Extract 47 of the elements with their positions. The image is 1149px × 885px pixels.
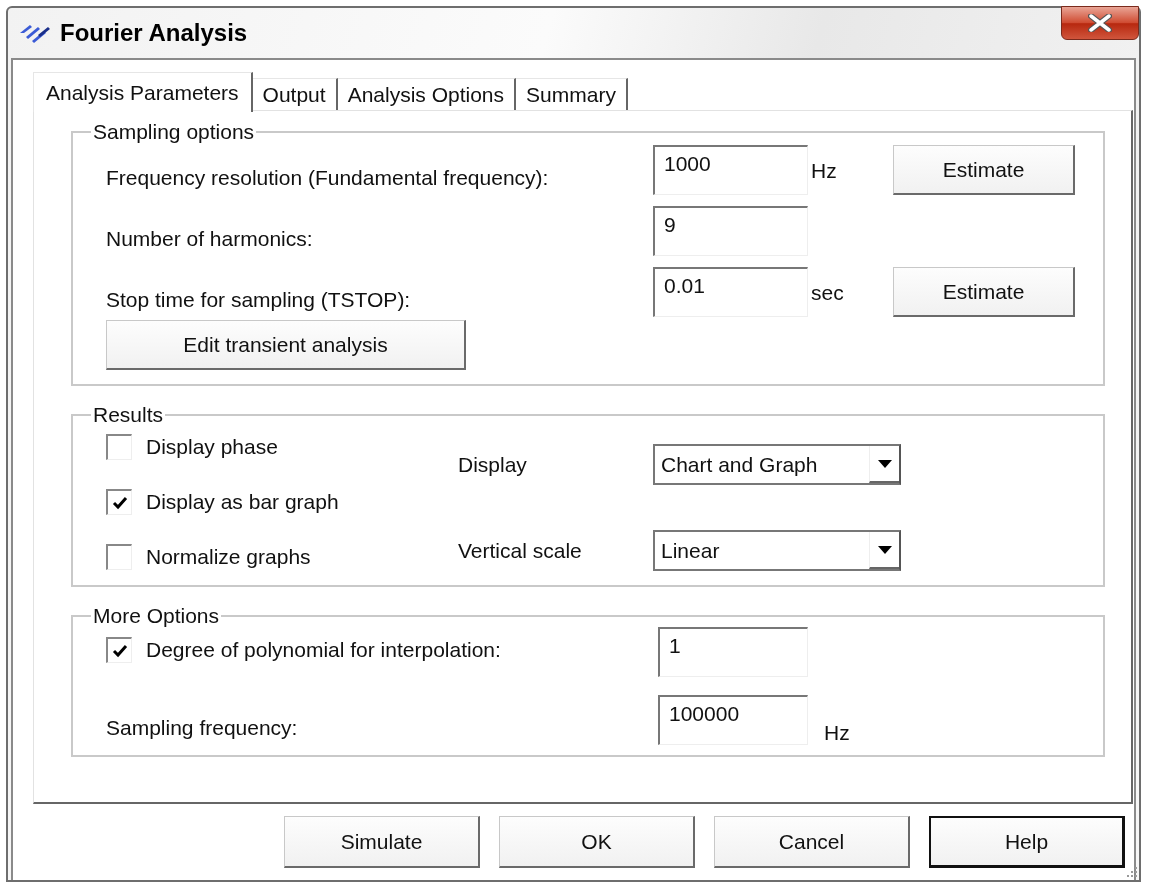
dropdown[interactable]: Linear <box>653 530 901 571</box>
checkbox-label: Normalize graphs <box>146 545 311 569</box>
checkbox[interactable] <box>106 489 132 515</box>
check-mark-icon <box>111 643 128 658</box>
unit-label: sec <box>810 280 845 306</box>
tab[interactable]: Analysis Options <box>337 78 517 110</box>
edit-button[interactable]: Edit transient analysis <box>106 320 466 370</box>
field-label: Number of harmonics: <box>106 226 314 250</box>
checkbox-label: Display as bar graph <box>146 490 339 514</box>
caret-icon <box>877 459 892 468</box>
field-label: Stop time for sampling (TSTOP): <box>106 287 412 311</box>
checkbox[interactable] <box>106 544 132 570</box>
caret-icon <box>877 545 892 554</box>
estimate-button[interactable]: Estimate <box>893 267 1075 317</box>
check-mark-icon <box>111 495 128 510</box>
app-icon <box>18 23 52 43</box>
input-field[interactable]: 100000 <box>658 695 808 745</box>
window-title: Fourier Analysis <box>60 19 248 47</box>
group-title: Sampling options <box>93 120 255 143</box>
input-field[interactable]: 1000 <box>653 145 808 195</box>
dropdown-label: Display <box>458 452 528 477</box>
close-button[interactable] <box>1061 6 1139 40</box>
unit-label: Hz <box>810 158 838 184</box>
estimate-button[interactable]: Estimate <box>893 145 1075 195</box>
field-label: Frequency resolution (Fundamental frequency): <box>106 165 550 189</box>
field-label: Sampling frequency: <box>106 715 299 739</box>
input-field[interactable]: 1 <box>658 627 808 677</box>
tab[interactable]: Analysis Parameters <box>33 72 253 112</box>
dialog-button[interactable]: Simulate <box>284 816 480 868</box>
checkbox-label: Degree of polynomial for interpolation: <box>146 638 501 662</box>
close-icon <box>1088 14 1112 32</box>
dropdown-label: Vertical scale <box>458 538 583 563</box>
tab[interactable]: Output <box>252 78 338 110</box>
checkbox-label: Display phase <box>146 435 278 459</box>
tab[interactable]: Summary <box>516 78 628 110</box>
checkbox[interactable] <box>106 434 132 460</box>
input-field[interactable]: 0.01 <box>653 267 808 317</box>
dialog-button[interactable]: OK <box>499 816 695 868</box>
group-title: Results <box>93 403 164 426</box>
input-field[interactable]: 9 <box>653 206 808 256</box>
dialog-button[interactable]: Cancel <box>714 816 910 868</box>
group-title: More Options <box>93 604 220 627</box>
dialog-button[interactable]: Help <box>929 816 1125 868</box>
dropdown[interactable]: Chart and Graph <box>653 444 901 485</box>
unit-label: Hz <box>823 721 851 745</box>
resize-grip-icon[interactable] <box>1124 865 1138 879</box>
checkbox[interactable] <box>106 637 132 663</box>
